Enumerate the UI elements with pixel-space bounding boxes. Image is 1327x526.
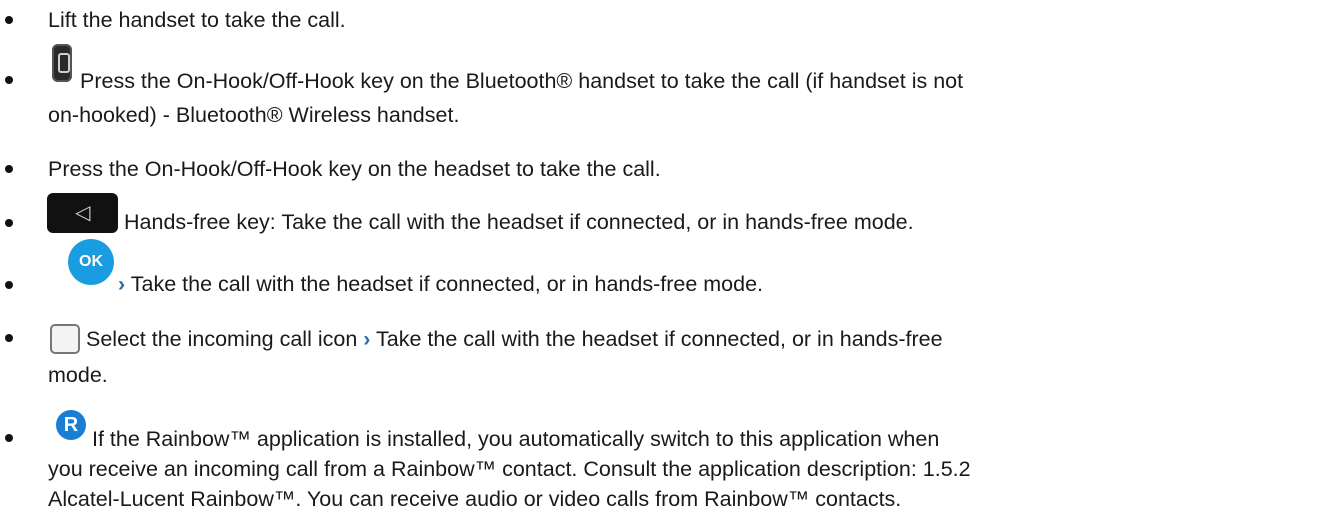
item-text: Hands-free key: Take the call with the h… xyxy=(124,210,914,234)
bullet xyxy=(5,334,13,342)
item-text: you receive an incoming call from a Rain… xyxy=(48,457,971,481)
item-text: Select the incoming call icon › Take the… xyxy=(86,327,943,351)
bluetooth-handset-icon xyxy=(52,44,72,82)
item-text: Alcatel-Lucent Rainbow™. You can receive… xyxy=(48,487,902,511)
ok-key-icon: OK xyxy=(68,239,114,285)
hands-free-key-icon: ◁ xyxy=(47,193,118,233)
item-text: Lift the handset to take the call. xyxy=(48,8,346,32)
item-text: mode. xyxy=(48,363,108,387)
item-text: › Take the call with the headset if conn… xyxy=(118,272,763,296)
item-text: Press the On-Hook/Off-Hook key on the Bl… xyxy=(80,69,964,93)
arrow-icon: › xyxy=(363,327,371,351)
item-text: Press the On-Hook/Off-Hook key on the he… xyxy=(48,157,661,181)
rainbow-app-icon: R xyxy=(56,410,86,440)
speaker-icon: ◁ xyxy=(75,200,91,224)
bullet xyxy=(5,281,13,289)
bullet xyxy=(5,434,13,442)
bullet xyxy=(5,219,13,227)
item-text: on-hooked) - Bluetooth® Wireless handset… xyxy=(48,103,460,127)
bullet xyxy=(5,76,13,84)
item-text: If the Rainbow™ application is installed… xyxy=(92,427,940,451)
arrow-icon: › xyxy=(118,272,126,296)
incoming-call-icon xyxy=(50,324,80,354)
bullet xyxy=(5,165,13,173)
bullet xyxy=(5,16,13,24)
